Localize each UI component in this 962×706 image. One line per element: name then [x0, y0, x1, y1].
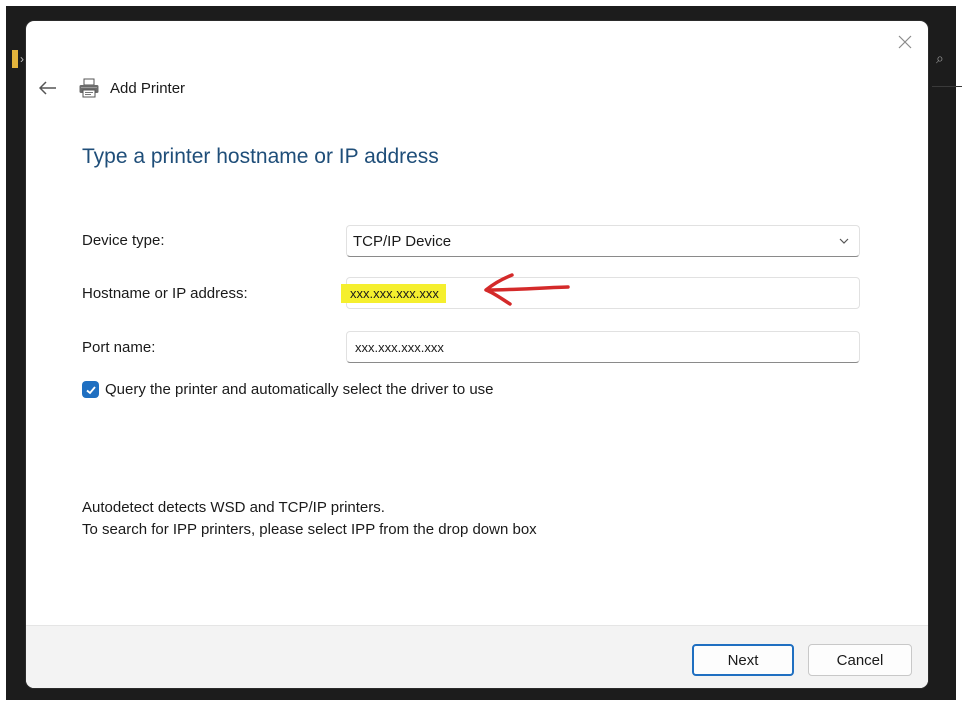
close-button[interactable]: [892, 29, 918, 55]
window-title-bar: Add Printer: [78, 77, 185, 99]
back-button[interactable]: [36, 76, 60, 100]
checkmark-icon: [85, 385, 96, 394]
cancel-button[interactable]: Cancel: [808, 644, 912, 676]
back-arrow-icon: [39, 81, 56, 95]
hostname-value: xxx.xxx.xxx.xxx: [347, 283, 442, 303]
next-button[interactable]: Next: [692, 644, 794, 676]
port-name-value: xxx.xxx.xxx.xxx: [355, 339, 444, 355]
checkbox-box[interactable]: [82, 381, 99, 398]
info-text-line-2: To search for IPP printers, please selec…: [82, 521, 537, 538]
close-icon: [898, 35, 912, 49]
divider: [932, 86, 962, 87]
hostname-input[interactable]: xxx.xxx.xxx.xxx: [346, 277, 860, 309]
hostname-label: Hostname or IP address:: [82, 285, 248, 302]
red-arrow-annotation: [484, 273, 570, 306]
chevron-right-icon: ›: [20, 52, 24, 66]
port-name-label: Port name:: [82, 339, 156, 356]
page-heading: Type a printer hostname or IP address: [82, 145, 439, 168]
add-printer-dialog: Add Printer Type a printer hostname or I…: [26, 21, 928, 688]
folder-icon: [12, 50, 18, 68]
port-name-input[interactable]: xxx.xxx.xxx.xxx: [346, 331, 860, 363]
info-text-line-1: Autodetect detects WSD and TCP/IP printe…: [82, 499, 385, 516]
device-type-label: Device type:: [82, 232, 165, 249]
chevron-down-icon: [839, 238, 849, 244]
device-type-dropdown[interactable]: TCP/IP Device: [346, 225, 860, 257]
device-type-value: TCP/IP Device: [353, 232, 452, 250]
window-title: Add Printer: [110, 79, 186, 97]
search-icon: ⌕: [936, 50, 944, 66]
query-printer-label: Query the printer and automatically sele…: [105, 381, 494, 398]
query-printer-checkbox[interactable]: Query the printer and automatically sele…: [82, 381, 494, 398]
printer-icon: [79, 78, 99, 98]
dialog-footer: Next Cancel: [26, 625, 928, 688]
